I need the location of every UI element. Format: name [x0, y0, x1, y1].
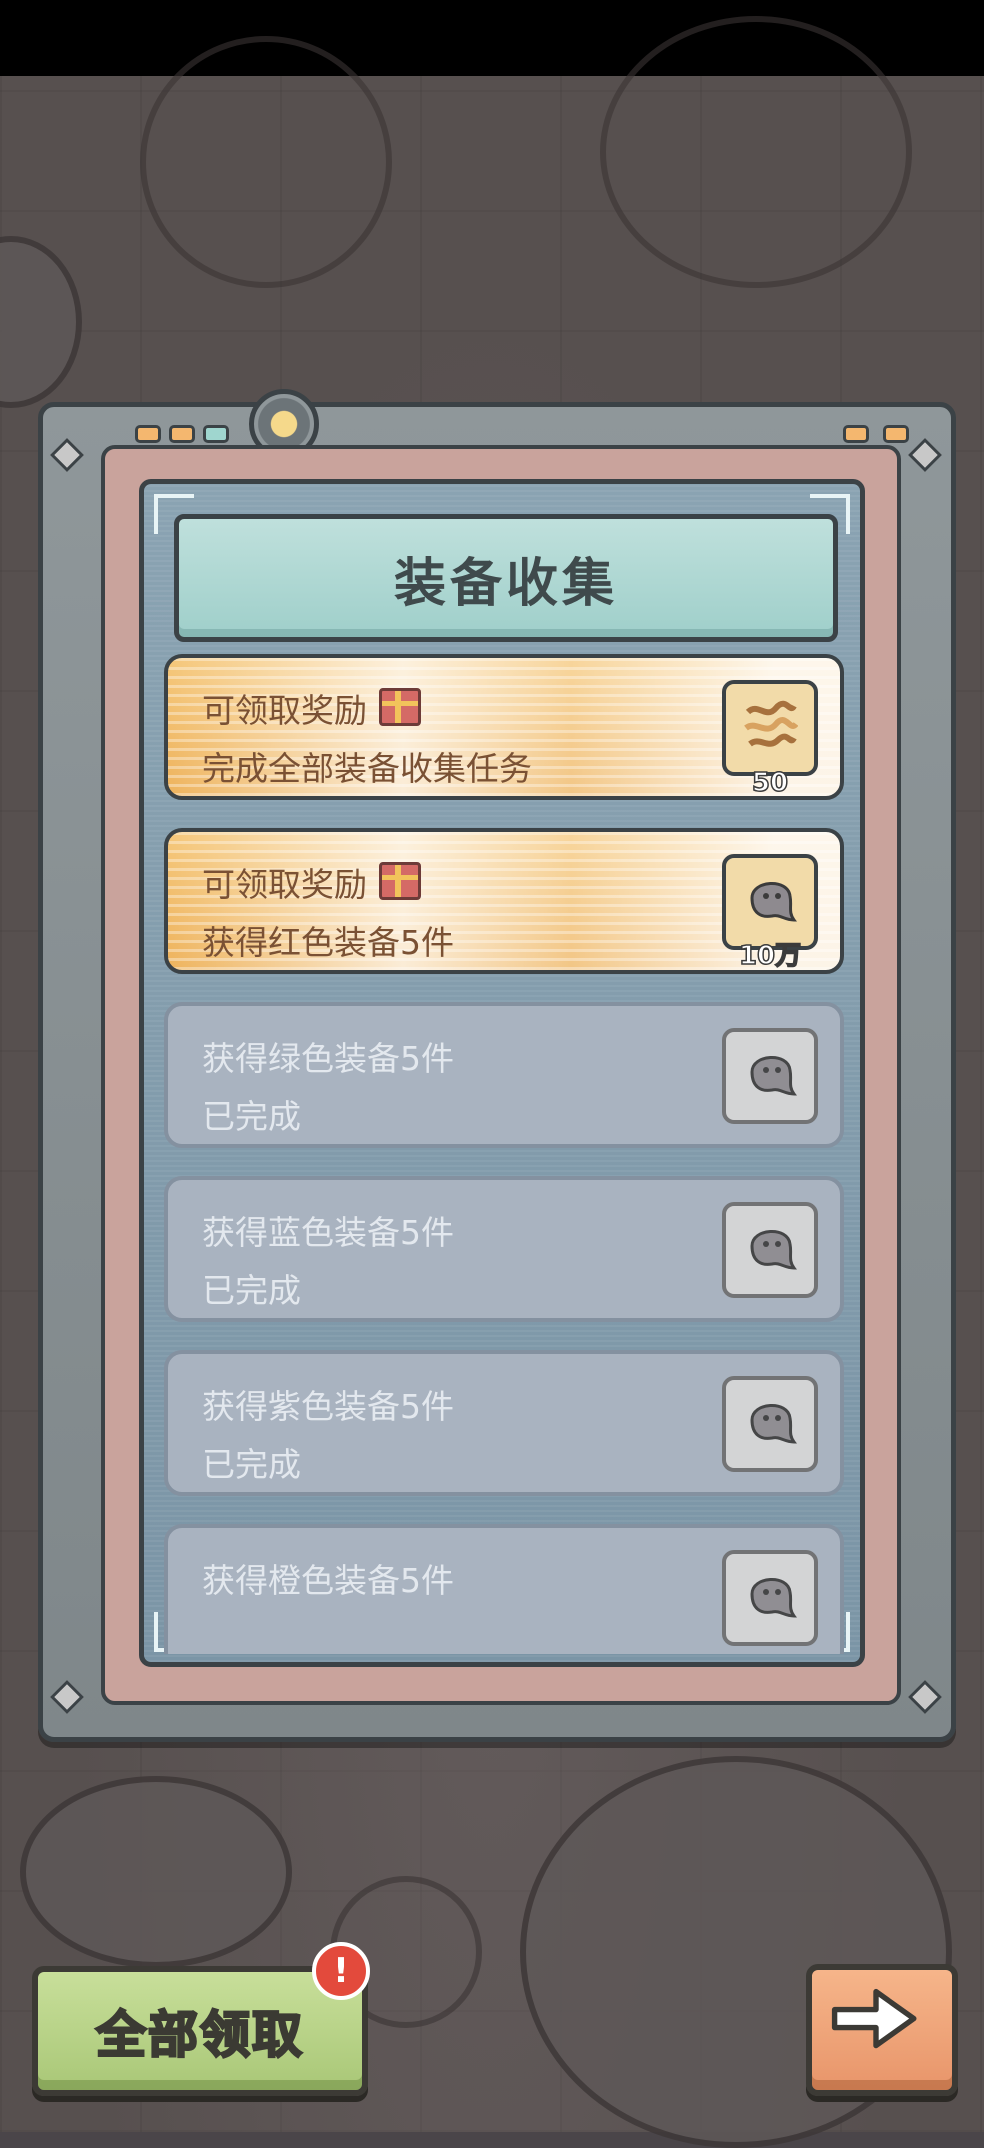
reward-slot[interactable]: 10万: [722, 854, 818, 972]
slime-blob-icon: [750, 1578, 797, 1618]
task-list[interactable]: 可领取奖励 完成全部装备收集任务 50 可领取奖励 获得红色装备5件 10万 获…: [164, 654, 844, 1654]
reward-slot[interactable]: 50: [722, 680, 818, 799]
slime-blob-icon: [750, 1404, 797, 1444]
gift-icon: [379, 862, 421, 900]
task-card-purple-equipment[interactable]: 获得紫色装备5件 已完成: [164, 1350, 844, 1496]
task-card-all-collection[interactable]: 可领取奖励 完成全部装备收集任务 50: [164, 654, 844, 800]
gift-icon: [379, 688, 421, 726]
task-description: 获得绿色装备5件: [202, 1039, 454, 1078]
reward-slot: [722, 1376, 818, 1472]
task-description: 获得红色装备5件: [202, 923, 454, 962]
task-card-green-equipment[interactable]: 获得绿色装备5件 已完成: [164, 1002, 844, 1148]
ribbon-scraps-icon: [744, 700, 798, 747]
task-card-orange-equipment[interactable]: 获得橙色装备5件: [164, 1524, 844, 1654]
slime-blob-icon: [750, 882, 797, 922]
task-description: 获得紫色装备5件: [202, 1387, 454, 1426]
task-card-red-equipment[interactable]: 可领取奖励 获得红色装备5件 10万: [164, 828, 844, 974]
arrow-right-icon: [831, 1988, 917, 2049]
notification-badge: !: [312, 1942, 370, 2000]
reward-slot: [722, 1028, 818, 1124]
next-arrow-button[interactable]: [806, 1964, 958, 2096]
page-title: 装备收集: [393, 553, 618, 614]
task-description: 获得蓝色装备5件: [202, 1213, 454, 1252]
panel-screen: 装备收集 可领取奖励 完成全部装备收集任务 50 可领取奖励 获得红色装备5件 …: [139, 479, 865, 1667]
task-status-label: 已完成: [202, 1097, 301, 1136]
reward-quantity: 10万: [738, 940, 802, 972]
claim-all-label: 全部领取: [95, 2005, 304, 2066]
task-status-label: 已完成: [202, 1445, 301, 1484]
panel-frame: 装备收集 可领取奖励 完成全部装备收集任务 50 可领取奖励 获得红色装备5件 …: [101, 445, 901, 1705]
title-banner: 装备收集: [174, 514, 838, 642]
slime-blob-icon: [750, 1056, 797, 1096]
task-status-label: 已完成: [202, 1271, 301, 1310]
task-status-label: 可领取奖励: [202, 865, 367, 904]
task-description: 获得橙色装备5件: [202, 1561, 454, 1600]
task-card-blue-equipment[interactable]: 获得蓝色装备5件 已完成: [164, 1176, 844, 1322]
task-status-label: 可领取奖励: [202, 691, 367, 730]
reward-quantity: 50: [751, 767, 789, 799]
slime-blob-icon: [750, 1230, 797, 1270]
task-description: 完成全部装备收集任务: [202, 749, 532, 788]
reward-slot: [722, 1550, 818, 1646]
equipment-collection-panel: 装备收集 可领取奖励 完成全部装备收集任务 50 可领取奖励 获得红色装备5件 …: [38, 389, 956, 1742]
reward-slot: [722, 1202, 818, 1298]
